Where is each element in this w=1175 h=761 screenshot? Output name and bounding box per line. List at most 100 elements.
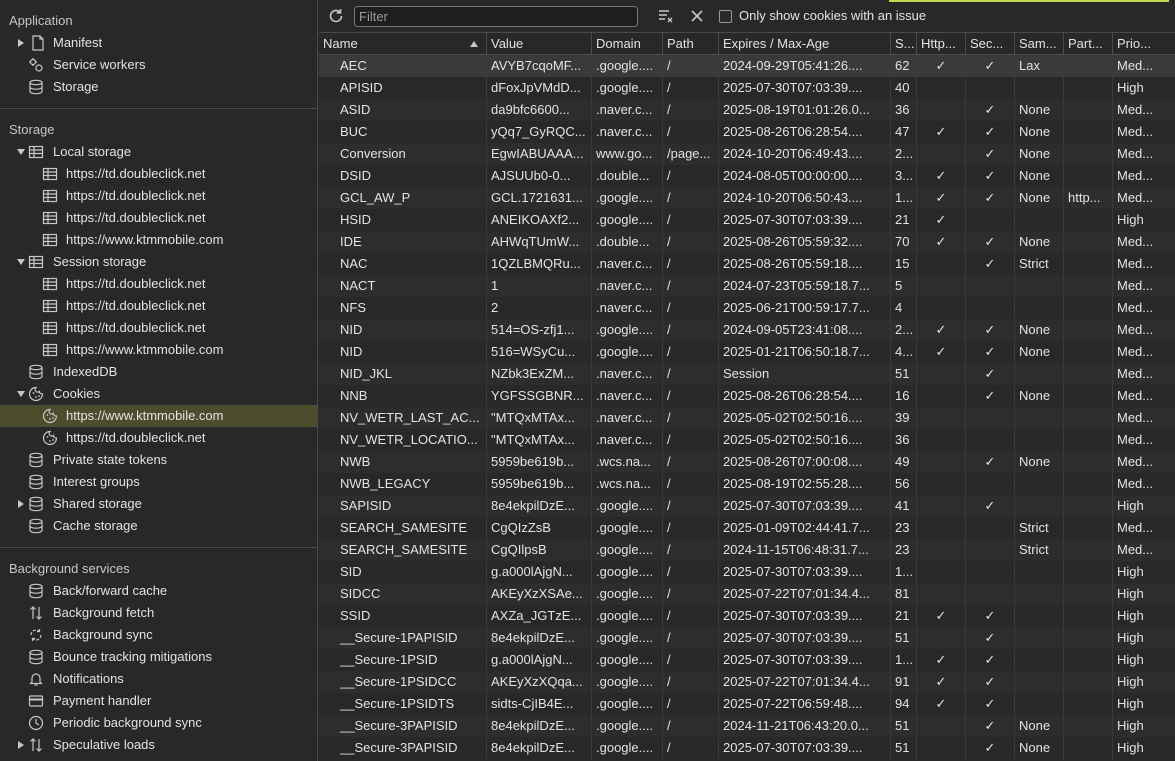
table-row[interactable]: GCL_AW_P GCL.1721631... .google..../2024-1… (319, 187, 1175, 209)
table-row[interactable]: SEARCH_SAMESITE CgQIzZsB .google..../2025-… (319, 517, 1175, 539)
table-cell: SSID (319, 605, 487, 627)
table-row[interactable]: IDE AHWqTUmW... .double.../2025-08-26T05:5… (319, 231, 1175, 253)
sidebar-item-session-origin[interactable]: https://td.doubleclick.net (0, 273, 317, 295)
sidebar-item-back-forward-cache[interactable]: Back/forward cache (0, 580, 317, 602)
table-row[interactable]: __Secure-1PSIDCC AKEyXzXQqa... .google....… (319, 671, 1175, 693)
column-header-priority[interactable]: Prio... (1113, 33, 1175, 54)
table-row[interactable]: __Secure-3PAPISID 8e4ekpilDzE... .google..… (319, 737, 1175, 759)
sidebar-item-cookie-origin[interactable]: https://td.doubleclick.net (0, 427, 317, 449)
collapse-arrow-icon[interactable] (17, 259, 25, 265)
table-cell: 2025-01-09T02:44:41.7... (719, 517, 891, 539)
sidebar-item-bounce-tracking[interactable]: Bounce tracking mitigations (0, 646, 317, 668)
table-row[interactable]: NWB 5959be619b... .wcs.na.../2025-08-26T07… (319, 451, 1175, 473)
column-header-name[interactable]: Name (319, 33, 487, 54)
table-row[interactable]: SSID AXZa_JGTzE... .google..../2025-07-30T… (319, 605, 1175, 627)
sidebar-item-local-origin[interactable]: https://td.doubleclick.net (0, 163, 317, 185)
sidebar-item-background-sync[interactable]: Background sync (0, 624, 317, 646)
expand-arrow-icon[interactable] (18, 500, 24, 508)
table-row[interactable]: __Secure-1PAPISID 8e4ekpilDzE... .google..… (319, 627, 1175, 649)
table-row[interactable]: ASID da9bfc6600... .naver.c.../2025-08-19T… (319, 99, 1175, 121)
table-row[interactable]: APISID dFoxJpVMdD... .google..../2025-07-3… (319, 77, 1175, 99)
filter-input[interactable] (354, 6, 638, 27)
table-row[interactable]: NV_WETR_LOCATIO... "MTQxMTAx... .naver.c..… (319, 429, 1175, 451)
clear-filtered-icon[interactable] (657, 7, 675, 25)
sidebar-item-local-origin[interactable]: https://td.doubleclick.net (0, 207, 317, 229)
table-cell: 91 (891, 671, 917, 693)
sidebar-item-indexeddb[interactable]: IndexedDB (0, 361, 317, 383)
column-header-httponly[interactable]: Http... (917, 33, 966, 54)
collapse-arrow-icon[interactable] (17, 391, 25, 397)
column-header-expires[interactable]: Expires / Max-Age (719, 33, 891, 54)
table-row[interactable]: SAPISID 8e4ekpilDzE... .google..../2025-07… (319, 495, 1175, 517)
column-header-samesite[interactable]: Sam... (1015, 33, 1064, 54)
collapse-arrow-icon[interactable] (17, 149, 25, 155)
sidebar-item-private-state-tokens[interactable]: Private state tokens (0, 449, 317, 471)
table-cell: 51 (891, 627, 917, 649)
table-row[interactable]: __Secure-3PAPISID 8e4ekpilDzE... .google..… (319, 715, 1175, 737)
sidebar-item-session-origin[interactable]: https://td.doubleclick.net (0, 317, 317, 339)
sidebar-item-interest-groups[interactable]: Interest groups (0, 471, 317, 493)
table-row[interactable]: NID 514=OS-zfj1... .google..../2024-09-05T… (319, 319, 1175, 341)
table-row[interactable]: NAC 1QZLBMQRu... .naver.c.../2025-08-26T05… (319, 253, 1175, 275)
sidebar-item-service-workers[interactable]: Service workers (0, 54, 317, 76)
table-cell (917, 737, 966, 759)
table-row[interactable]: NID_JKL NZbk3ExZM... .naver.c... / Session 51… (319, 363, 1175, 385)
table-icon (42, 299, 58, 313)
sidebar-item-speculative-loads[interactable]: Speculative loads (0, 734, 317, 756)
sidebar-item-session-storage[interactable]: Session storage (0, 251, 317, 273)
table-row[interactable]: NACT 1 .naver.c.../2024-07-23T05:59:18.7..… (319, 275, 1175, 297)
table-row[interactable]: SID g.a000lAjgN... .google..../2025-07-30T… (319, 561, 1175, 583)
column-header-partition[interactable]: Part... (1064, 33, 1113, 54)
header-label: Name (323, 36, 358, 51)
table-row[interactable]: HSID ANEIKOAXf2... .google..../2025-07-30T… (319, 209, 1175, 231)
table-row[interactable]: DSID AJSUUb0-0... .double.../2024-08-05T00… (319, 165, 1175, 187)
table-cell (1064, 231, 1113, 253)
table-row[interactable]: __Secure-1PSID g.a000lAjgN... .google.... /… (319, 649, 1175, 671)
expand-arrow-icon[interactable] (18, 39, 24, 47)
sidebar-item-periodic-sync[interactable]: Periodic background sync (0, 712, 317, 734)
sidebar-item-session-origin[interactable]: https://td.doubleclick.net (0, 295, 317, 317)
refresh-icon[interactable] (327, 7, 345, 25)
sidebar-item-local-origin[interactable]: https://td.doubleclick.net (0, 185, 317, 207)
table-row[interactable]: SEARCH_SAMESITE CgQIlpsB .google..../2024-… (319, 539, 1175, 561)
table-cell: / (663, 605, 719, 627)
table-row[interactable]: NFS 2 .naver.c.../2025-06-21T00:59:17.7...… (319, 297, 1175, 319)
table-row[interactable]: AEC AVYB7cqoMF... .google..../2024-09-29T0… (319, 55, 1175, 77)
table-row[interactable]: NID 516=WSyCu... .google..../2025-01-21T06… (319, 341, 1175, 363)
sidebar-item-session-origin[interactable]: https://www.ktmmobile.com (0, 339, 317, 361)
column-header-secure[interactable]: Sec... (966, 33, 1015, 54)
column-header-path[interactable]: Path (663, 33, 719, 54)
table-header: Name Value Domain Path Expires / Max-Age… (319, 33, 1175, 55)
table-row[interactable]: SIDCC AKEyXzXSAe... .google..../2025-07-22… (319, 583, 1175, 605)
column-header-size[interactable]: S... (891, 33, 917, 54)
table-row[interactable]: BUC yQq7_GyRQC... .naver.c.../2025-08-26T0… (319, 121, 1175, 143)
table-row[interactable]: Conversion EgwIABUAAA... www.go.../page...… (319, 143, 1175, 165)
close-icon[interactable] (688, 7, 706, 25)
sidebar-item-manifest[interactable]: Manifest (0, 32, 317, 54)
sidebar-item-notifications[interactable]: Notifications (0, 668, 317, 690)
sidebar-item-storage[interactable]: Storage (0, 76, 317, 98)
table-row[interactable]: NWB_LEGACY 5959be619b... .wcs.na.../2025-0… (319, 473, 1175, 495)
table-row[interactable]: __Secure-1PSIDTS sidts-CjIB4E... .google..… (319, 693, 1175, 715)
sidebar-item-cookies[interactable]: Cookies (0, 383, 317, 405)
sidebar-item-local-storage[interactable]: Local storage (0, 141, 317, 163)
table-cell: 39 (891, 407, 917, 429)
sidebar-item-local-origin[interactable]: https://www.ktmmobile.com (0, 229, 317, 251)
column-header-value[interactable]: Value (487, 33, 592, 54)
sidebar-item-cookie-origin-selected[interactable]: https://www.ktmmobile.com (0, 405, 317, 427)
only-issues-checkbox[interactable] (719, 10, 732, 23)
table-row[interactable]: NV_WETR_LAST_AC... "MTQxMTAx... .naver.c..… (319, 407, 1175, 429)
sidebar-item-shared-storage[interactable]: Shared storage (0, 493, 317, 515)
table-cell: SEARCH_SAMESITE (319, 517, 487, 539)
table-cell: 23 (891, 539, 917, 561)
sidebar-item-background-fetch[interactable]: Background fetch (0, 602, 317, 624)
table-cell: NZbk3ExZM... (487, 363, 592, 385)
table-cell: / (663, 583, 719, 605)
sidebar-item-payment-handler[interactable]: Payment handler (0, 690, 317, 712)
table-cell (917, 473, 966, 495)
table-row[interactable]: NNB YGFSSGBNR... .naver.c.../2025-08-26T06… (319, 385, 1175, 407)
sidebar-item-cache-storage[interactable]: Cache storage (0, 515, 317, 537)
table-cell: Med... (1117, 124, 1154, 139)
expand-arrow-icon[interactable] (18, 741, 24, 749)
column-header-domain[interactable]: Domain (592, 33, 663, 54)
